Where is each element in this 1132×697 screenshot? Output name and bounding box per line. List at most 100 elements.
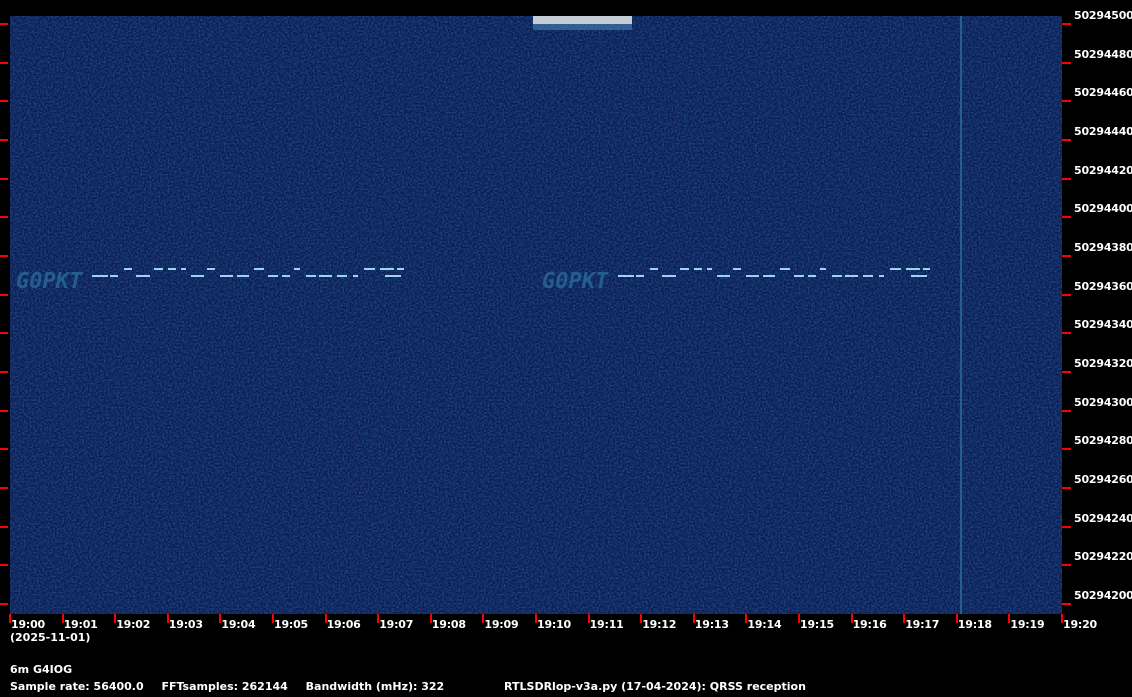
- y-tick-left: [0, 293, 8, 296]
- carrier-blob: [533, 16, 632, 24]
- signal-dash: [707, 268, 712, 270]
- signal-dash: [618, 275, 634, 277]
- signal-callsign: G0PKT: [16, 269, 83, 294]
- signal-dash: [746, 275, 759, 277]
- signal-dash: [832, 275, 842, 277]
- bandwidth: Bandwidth (mHz): 322: [305, 680, 445, 693]
- y-tick-right: [1062, 448, 1071, 451]
- x-tick-label: 19:09: [484, 618, 519, 631]
- station-label: 6m G4IOG: [10, 663, 73, 676]
- x-tick-label: 19:10: [537, 618, 572, 631]
- signal-dash: [110, 275, 118, 277]
- y-tick-label: 50294500: [1074, 9, 1132, 22]
- x-tick-label: 19:12: [642, 618, 677, 631]
- signal-dash: [237, 275, 249, 277]
- signal-dash: [636, 275, 644, 277]
- signal-dash: [863, 275, 873, 277]
- signal-dash: [906, 268, 920, 270]
- signal-dash: [397, 268, 404, 270]
- signal-dash: [220, 275, 233, 277]
- y-tick-left: [0, 564, 8, 567]
- y-tick-left: [0, 216, 8, 219]
- x-tick-label: 19:00: [11, 618, 46, 631]
- signal-dash: [820, 268, 826, 270]
- x-tick-label: 19:15: [800, 618, 835, 631]
- signal-dash: [890, 268, 901, 270]
- y-tick-right: [1062, 100, 1071, 103]
- y-tick-right: [1062, 139, 1071, 141]
- signal-dash: [662, 275, 676, 277]
- x-tick-label: 19:07: [379, 618, 414, 631]
- x-tick-label: 19:17: [905, 618, 940, 631]
- signal-dash: [763, 275, 775, 277]
- signal-dash: [794, 275, 804, 277]
- signal-dash: [282, 275, 290, 277]
- signal-dash: [694, 268, 702, 270]
- y-tick-label: 50294420: [1074, 163, 1132, 177]
- spectrogram-plot: G0PKT G0PKT: [10, 16, 1062, 614]
- signal-dash: [337, 275, 347, 277]
- signal-dash: [364, 268, 375, 270]
- y-tick-label: 50294280: [1074, 434, 1132, 448]
- fft-samples: FFTsamples: 262144: [161, 680, 288, 693]
- x-tick-label: 19:03: [168, 618, 203, 631]
- x-tick-label: 19:19: [1010, 618, 1045, 631]
- vertical-interference-line: [960, 16, 962, 614]
- y-tick-label: 50294360: [1074, 279, 1132, 293]
- y-tick-left: [0, 177, 8, 180]
- y-tick-right: [1062, 332, 1071, 335]
- signal-dash: [385, 275, 401, 277]
- y-tick-label: 50294240: [1074, 511, 1132, 525]
- y-tick-right: [1062, 177, 1071, 180]
- signal-dash: [380, 268, 394, 270]
- y-tick-right: [1062, 216, 1071, 219]
- y-tick-label: 50294200: [1074, 589, 1132, 602]
- signal-dash: [808, 275, 816, 277]
- y-tick-right: [1062, 603, 1071, 605]
- signal-dash: [207, 268, 215, 270]
- sample-rate: Sample rate: 56400.0: [10, 680, 144, 693]
- y-tick-left: [0, 525, 8, 528]
- x-tick-label: 19:08: [431, 618, 466, 631]
- signal-dash: [254, 268, 264, 270]
- x-tick-label: 19:11: [589, 618, 624, 631]
- y-tick-right: [1062, 371, 1071, 373]
- signal-dash: [733, 268, 741, 270]
- signal-dash: [191, 275, 204, 277]
- signal-dash: [306, 275, 316, 277]
- x-axis-date: (2025-11-01): [10, 631, 91, 644]
- x-tick-label: 19:20: [1063, 618, 1098, 631]
- y-tick-label: 50294480: [1074, 47, 1132, 61]
- signal-dash: [911, 275, 927, 277]
- signal-callsign: G0PKT: [542, 269, 609, 294]
- y-tick-label: 50294440: [1074, 125, 1132, 138]
- y-tick-right: [1062, 564, 1071, 567]
- signal-dash: [268, 275, 278, 277]
- x-tick-label: 19:18: [957, 618, 992, 631]
- signal-dash: [879, 275, 884, 277]
- signal-dash: [680, 268, 689, 270]
- footer-info: Sample rate: 56400.0 FFTsamples: 262144 …: [10, 680, 820, 693]
- waterfall-noise: [10, 16, 1062, 614]
- signal-dash: [181, 268, 186, 270]
- y-tick-label: 50294320: [1074, 357, 1132, 370]
- y-tick-left: [0, 23, 8, 25]
- y-tick-left: [0, 448, 8, 451]
- program-info: RTLSDRlop-v3a.py (17-04-2024): QRSS rece…: [504, 680, 806, 693]
- signal-dash: [136, 275, 150, 277]
- y-tick-left: [0, 61, 8, 64]
- x-tick-label: 19:06: [326, 618, 361, 631]
- x-tick-label: 19:02: [116, 618, 151, 631]
- y-tick-label: 50294380: [1074, 241, 1132, 254]
- signal-dash: [168, 268, 176, 270]
- y-tick-left: [0, 409, 8, 412]
- y-tick-left: [0, 371, 8, 373]
- x-tick-label: 19:04: [221, 618, 256, 631]
- x-tick-label: 19:16: [852, 618, 887, 631]
- signal-dash: [353, 275, 358, 277]
- signal-dash: [319, 275, 332, 277]
- y-tick-label: 50294300: [1074, 395, 1132, 409]
- signal-dash: [650, 268, 658, 270]
- y-tick-label: 50294460: [1074, 86, 1132, 100]
- y-tick-label: 50294340: [1074, 318, 1132, 332]
